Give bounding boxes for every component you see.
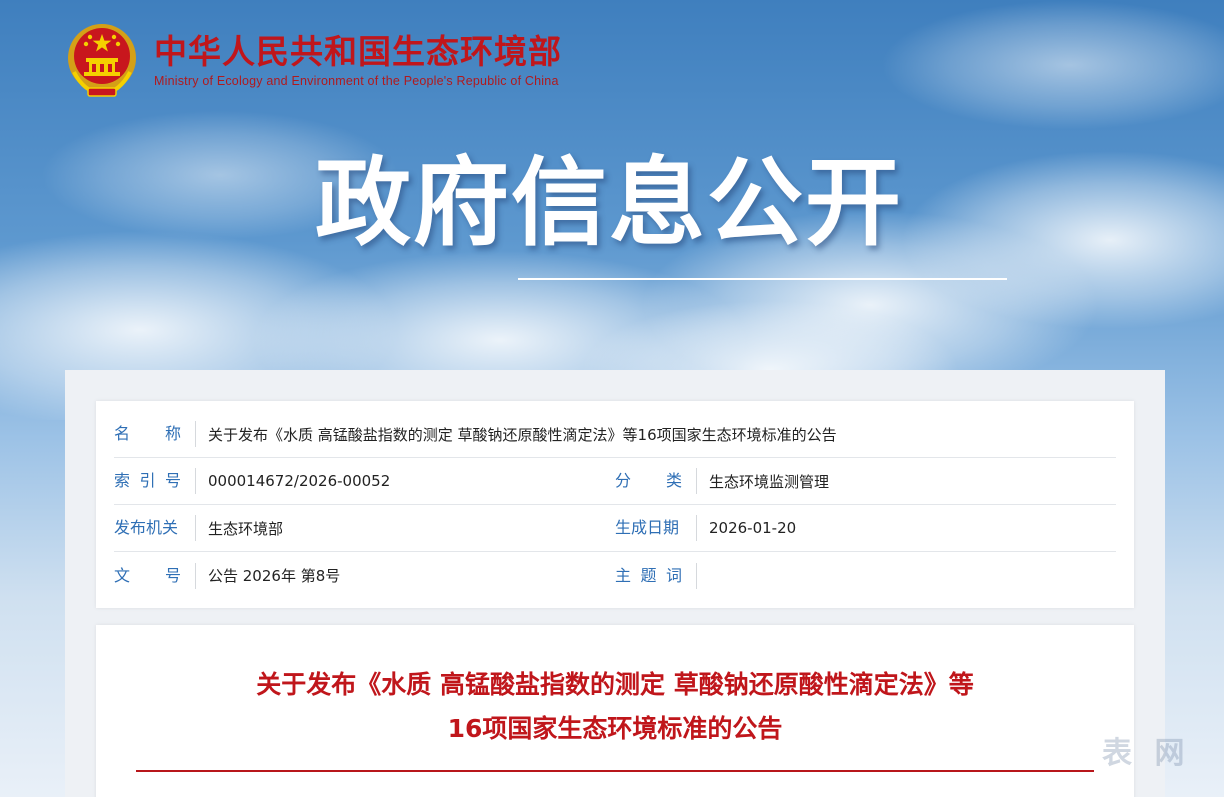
meta-row-issuer: 发布机关 生态环境部 生成日期 2026-01-20 [114, 505, 1116, 552]
doc-number-label: 文号 [114, 562, 196, 589]
date-value: 2026-01-20 [709, 519, 797, 537]
index-value: 000014672/2026-00052 [208, 472, 391, 490]
name-value: 关于发布《水质 高锰酸盐指数的测定 草酸钠还原酸性滴定法》等16项国家生态环境标… [208, 425, 837, 444]
keywords-label: 主题词 [615, 562, 697, 589]
page-banner-title: 政府信息公开 [315, 147, 903, 259]
banner-divider [518, 278, 1007, 280]
article-body: 关于发布《水质 高锰酸盐指数的测定 草酸钠还原酸性滴定法》等 16项国家生态环境… [96, 625, 1134, 797]
name-label: 名称 [114, 421, 196, 447]
site-header: 中华人民共和国生态环境部 Ministry of Ecology and Env… [64, 18, 562, 102]
ministry-name-cn[interactable]: 中华人民共和国生态环境部 [154, 32, 562, 72]
category-label: 分类 [615, 468, 697, 494]
meta-row-index: 索引号 000014672/2026-00052 分类 生态环境监测管理 [114, 458, 1116, 505]
date-label: 生成日期 [615, 515, 697, 541]
category-value: 生态环境监测管理 [709, 472, 830, 491]
issuer-value: 生态环境部 [208, 519, 284, 538]
article-title: 关于发布《水质 高锰酸盐指数的测定 草酸钠还原酸性滴定法》等 16项国家生态环境… [256, 670, 974, 743]
article-title-divider [136, 770, 1094, 772]
ministry-name-en: Ministry of Ecology and Environment of t… [154, 74, 559, 88]
meta-row-doc-number: 文号 公告 2026年 第8号 主题词 [114, 552, 1116, 599]
issuer-label: 发布机关 [114, 515, 196, 541]
document-metadata-card: 名称 关于发布《水质 高锰酸盐指数的测定 草酸钠还原酸性滴定法》等16项国家生态… [96, 401, 1134, 608]
watermark: 表 网 [1102, 736, 1191, 771]
meta-row-name: 名称 关于发布《水质 高锰酸盐指数的测定 草酸钠还原酸性滴定法》等16项国家生态… [114, 411, 1116, 458]
index-label: 索引号 [114, 468, 196, 494]
doc-number-value: 公告 2026年 第8号 [208, 567, 341, 585]
national-emblem-icon [68, 24, 136, 97]
